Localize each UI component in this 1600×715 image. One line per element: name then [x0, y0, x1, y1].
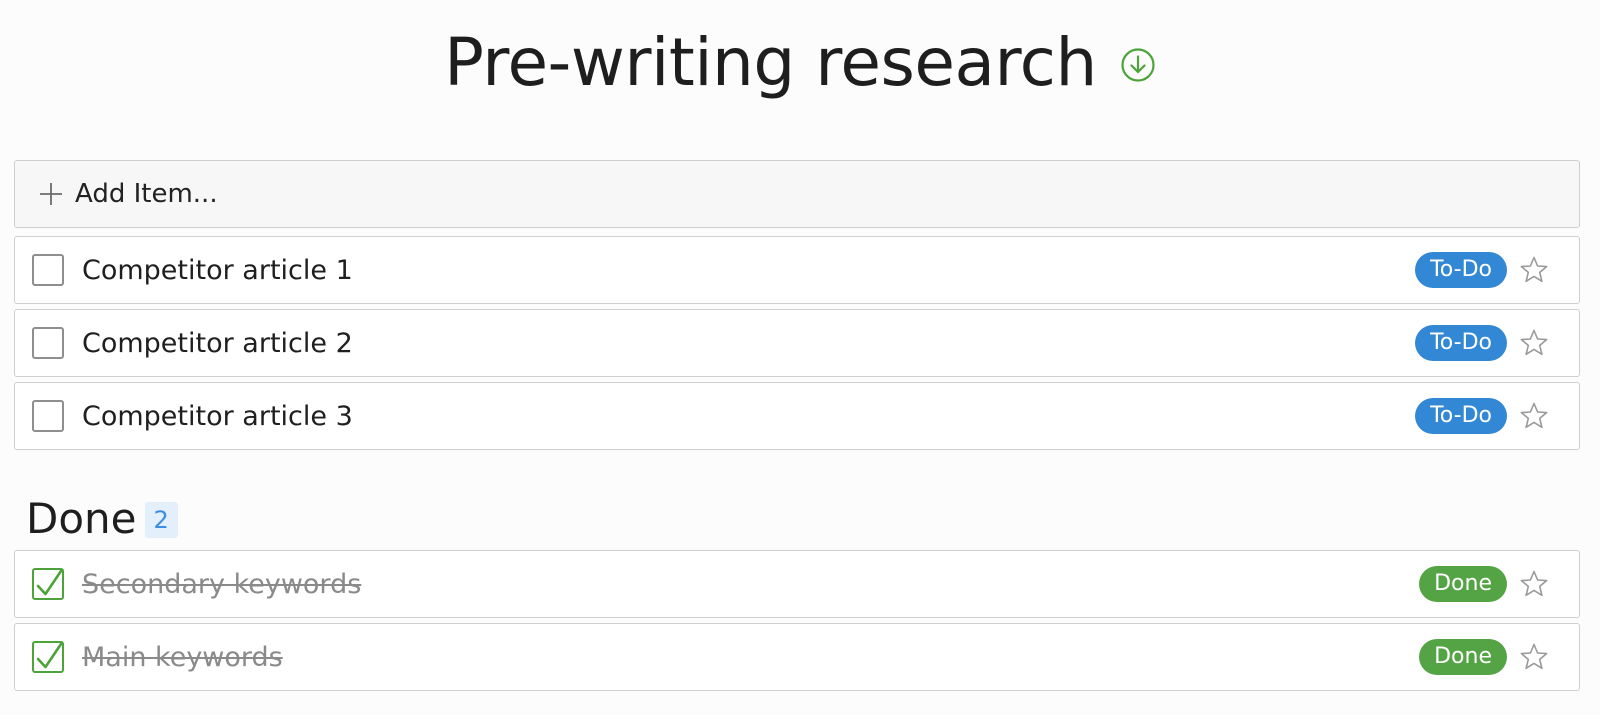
section-title: Done	[26, 493, 137, 543]
plus-icon	[40, 183, 62, 205]
item-label[interactable]: Competitor article 3	[82, 401, 1415, 432]
status-badge[interactable]: To-Do	[1415, 252, 1507, 288]
add-item-button[interactable]: Add Item...	[14, 160, 1580, 228]
status-badge[interactable]: To-Do	[1415, 398, 1507, 434]
checkmark-icon	[36, 569, 63, 596]
checkmark-icon	[36, 642, 63, 669]
done-item: Secondary keywords Done	[14, 550, 1580, 618]
star-icon[interactable]	[1519, 328, 1549, 358]
star-icon[interactable]	[1519, 569, 1549, 599]
item-label[interactable]: Secondary keywords	[82, 569, 1419, 600]
done-item: Main keywords Done	[14, 623, 1580, 691]
add-item-label: Add Item...	[75, 179, 218, 209]
item-checkbox-checked[interactable]	[32, 568, 64, 600]
star-icon[interactable]	[1519, 401, 1549, 431]
done-section-heading: Done 2	[26, 492, 178, 544]
item-checkbox[interactable]	[32, 327, 64, 359]
status-badge[interactable]: Done	[1419, 566, 1507, 602]
page-title: Pre-writing research	[444, 24, 1097, 101]
item-label[interactable]: Main keywords	[82, 642, 1419, 673]
item-checkbox[interactable]	[32, 400, 64, 432]
todo-item: Competitor article 2 To-Do	[14, 309, 1580, 377]
item-checkbox-checked[interactable]	[32, 641, 64, 673]
todo-item: Competitor article 3 To-Do	[14, 382, 1580, 450]
page-header: Pre-writing research	[0, 18, 1600, 108]
status-badge[interactable]: To-Do	[1415, 325, 1507, 361]
item-checkbox[interactable]	[32, 254, 64, 286]
item-label[interactable]: Competitor article 1	[82, 255, 1415, 286]
status-badge[interactable]: Done	[1419, 639, 1507, 675]
count-badge: 2	[144, 502, 178, 538]
star-icon[interactable]	[1519, 642, 1549, 672]
star-icon[interactable]	[1519, 255, 1549, 285]
download-circle-icon[interactable]	[1120, 47, 1156, 83]
checklist-page: Pre-writing research Add Item... Competi…	[0, 0, 1600, 715]
item-label[interactable]: Competitor article 2	[82, 328, 1415, 359]
todo-item: Competitor article 1 To-Do	[14, 236, 1580, 304]
